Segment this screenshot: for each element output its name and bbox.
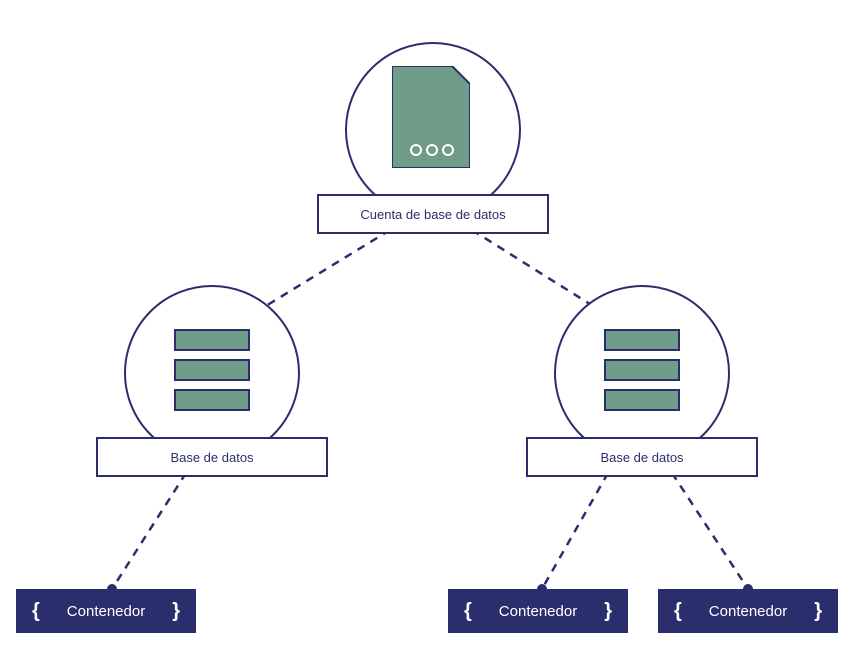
brace-right-icon: }: [814, 600, 822, 623]
database-stack-icon: [174, 329, 250, 351]
connector-db-right-container-3: [672, 473, 748, 589]
database-stack-icon: [604, 389, 680, 411]
brace-left-icon: {: [32, 600, 40, 623]
database-label-text: Base de datos: [170, 450, 253, 465]
container-label-text: Contenedor: [709, 603, 787, 620]
container-box-3: { Contenedor }: [658, 589, 838, 633]
database-stack-icon: [604, 359, 680, 381]
container-box-2: { Contenedor }: [448, 589, 628, 633]
connector-db-right-container-2: [542, 473, 608, 589]
connector-db-left-container-1: [112, 473, 186, 589]
database-stack-icon: [604, 329, 680, 351]
database-stack-icon: [174, 359, 250, 381]
account-label-box: Cuenta de base de datos: [317, 194, 549, 234]
brace-left-icon: {: [464, 600, 472, 623]
account-label-text: Cuenta de base de datos: [360, 207, 505, 222]
database-label-text: Base de datos: [600, 450, 683, 465]
container-box-1: { Contenedor }: [16, 589, 196, 633]
container-label-text: Contenedor: [499, 603, 577, 620]
database-stack-icon: [174, 389, 250, 411]
brace-left-icon: {: [674, 600, 682, 623]
document-dots-icon: [392, 66, 470, 168]
container-label-text: Contenedor: [67, 603, 145, 620]
brace-right-icon: }: [172, 600, 180, 623]
database-label-box-right: Base de datos: [526, 437, 758, 477]
brace-right-icon: }: [604, 600, 612, 623]
database-label-box-left: Base de datos: [96, 437, 328, 477]
